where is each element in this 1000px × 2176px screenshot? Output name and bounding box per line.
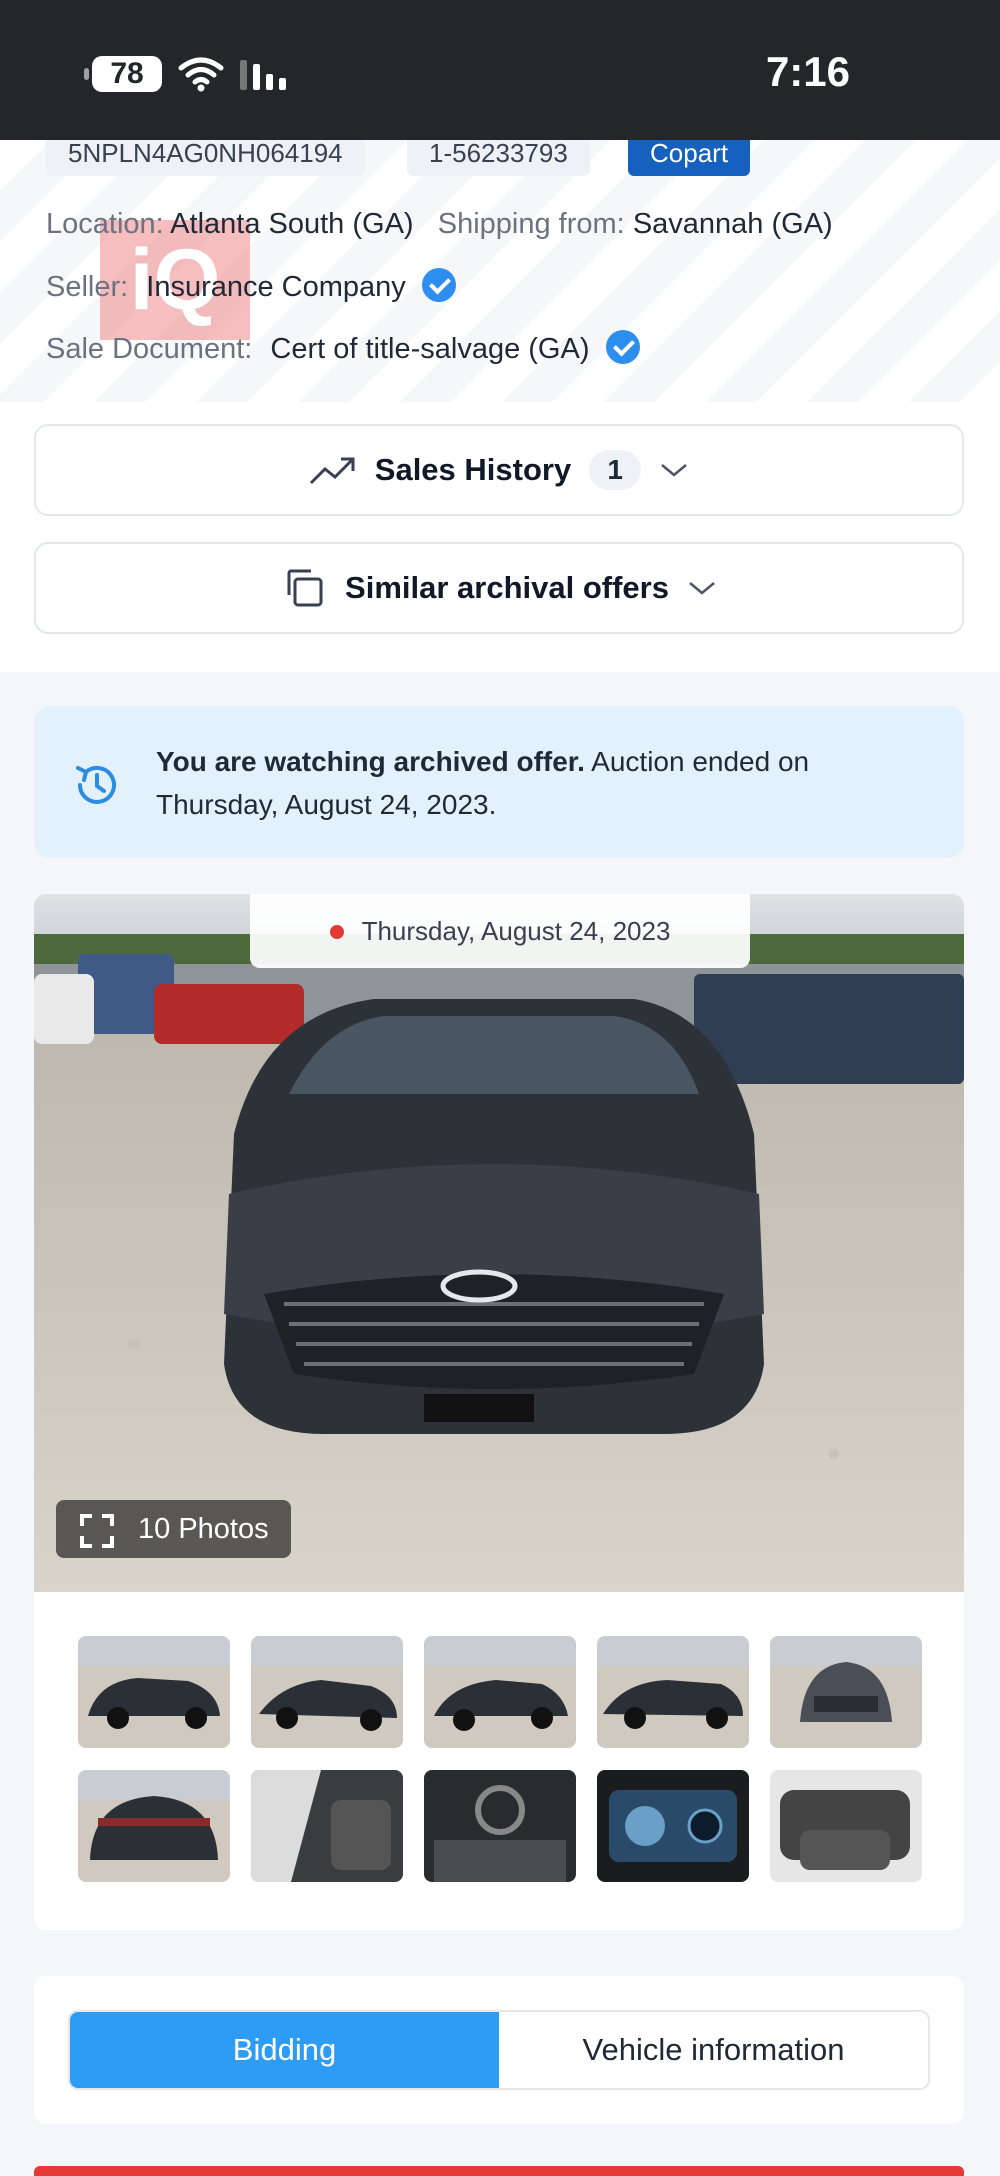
sale-document-label: Sale Document: <box>46 333 253 365</box>
history-icon <box>76 766 116 804</box>
archived-offer-notice: You are watching archived offer. Auction… <box>34 706 964 858</box>
notice-text: You are watching archived offer. Auction… <box>156 740 936 826</box>
location-row: Location: Atlanta South (GA) Shipping fr… <box>46 208 833 241</box>
similar-offers-title: Similar archival offers <box>345 570 669 605</box>
seller-label: Seller: <box>46 271 129 303</box>
seller-value: Insurance Company <box>146 271 406 303</box>
accordion-section: Sales History 1 Similar archival offers <box>0 402 1000 672</box>
thumbnail-rear-right[interactable] <box>424 1636 576 1748</box>
sales-history-title: Sales History <box>374 452 572 487</box>
live-dot <box>329 925 344 939</box>
copy-icon <box>287 569 323 607</box>
thumbnail-left-side[interactable] <box>251 1636 403 1748</box>
thumbnail-rear[interactable] <box>78 1770 230 1882</box>
location-value: Atlanta South (GA) <box>170 208 414 240</box>
thumbnail-dashboard[interactable] <box>424 1770 576 1882</box>
verified-icon <box>421 268 456 302</box>
view-photos-button[interactable]: 10 Photos <box>56 1500 291 1558</box>
auction-date-pill: Thursday, August 24, 2023 <box>250 894 750 968</box>
sale-document-row: Sale Document: Cert of title-salvage (GA… <box>46 330 640 366</box>
battery-level: 78 <box>110 57 144 90</box>
auction-house-badge[interactable]: Copart <box>628 140 751 176</box>
thumbnail-front-left-damage[interactable] <box>597 1636 749 1748</box>
similar-offers-accordion[interactable]: Similar archival offers <box>34 542 964 634</box>
notice-bold: You are watching archived offer. <box>156 746 585 777</box>
thumbnail-interior-door[interactable] <box>251 1770 403 1882</box>
shipping-label: Shipping from: <box>437 208 625 240</box>
wifi-icon <box>178 57 224 92</box>
photos-count: 10 Photos <box>138 1513 269 1545</box>
tab-bidding[interactable]: Bidding <box>70 2012 499 2088</box>
detail-tabs-card: Bidding Vehicle information <box>34 1976 964 2124</box>
lot-number-chip[interactable]: 1-56233793 <box>407 140 590 176</box>
fullscreen-icon <box>80 1514 114 1548</box>
bottom-red-bar <box>34 2166 964 2176</box>
seller-row: Seller: Insurance Company <box>46 268 456 304</box>
sales-history-accordion[interactable]: Sales History 1 <box>34 424 964 516</box>
signal-icon <box>240 60 286 90</box>
listing-info-card: iQ 5NPLN4AG0NH064194 1-56233793 Copart L… <box>0 140 1000 402</box>
battery-icon: 78 <box>84 56 162 92</box>
shipping-value: Savannah (GA) <box>632 208 833 240</box>
main-vehicle-photo[interactable] <box>34 894 964 1592</box>
chevron-down-icon <box>689 582 715 595</box>
tab-bar: Bidding Vehicle information <box>68 2010 930 2090</box>
location-label: Location: <box>46 208 164 240</box>
trending-up-icon <box>309 457 355 485</box>
vin-chip[interactable]: 5NPLN4AG0NH064194 <box>46 140 365 176</box>
auction-date: Thursday, August 24, 2023 <box>361 916 671 946</box>
thumbnail-instrument-cluster[interactable] <box>597 1770 749 1882</box>
thumbnail-front[interactable] <box>770 1636 922 1748</box>
verified-icon <box>605 330 640 364</box>
chevron-down-icon <box>661 464 688 477</box>
thumbnail-rear-seats[interactable] <box>770 1770 922 1882</box>
clock: 7:16 <box>765 48 850 95</box>
sales-history-count: 1 <box>589 450 642 490</box>
thumbnail-front-left[interactable] <box>78 1636 230 1748</box>
sale-document-value: Cert of title-salvage (GA) <box>270 333 590 365</box>
tab-vehicle-information[interactable]: Vehicle information <box>499 2012 928 2088</box>
photo-gallery: Thursday, August 24, 2023 10 Photos <box>34 894 964 1930</box>
status-bar: 78 7:16 <box>0 0 1000 140</box>
